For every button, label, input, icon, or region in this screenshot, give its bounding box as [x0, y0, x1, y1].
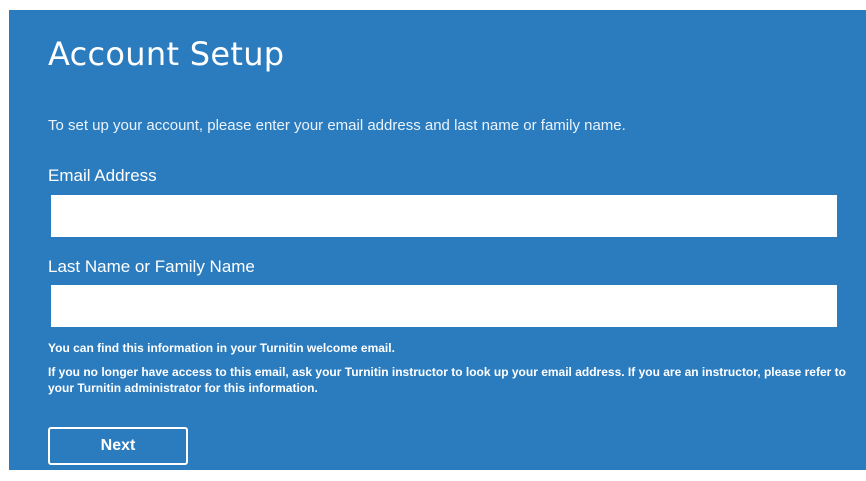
next-button[interactable]: Next — [48, 427, 188, 465]
last-name-label: Last Name or Family Name — [48, 257, 255, 276]
email-label: Email Address — [48, 166, 157, 185]
email-access-note: If you no longer have access to this ema… — [48, 365, 846, 395]
last-name-field[interactable] — [51, 285, 837, 327]
email-field[interactable] — [51, 195, 837, 237]
page-title: Account Setup — [48, 35, 285, 73]
welcome-email-note: You can find this information in your Tu… — [48, 341, 395, 355]
intro-text: To set up your account, please enter you… — [48, 117, 626, 134]
account-setup-panel: Account Setup To set up your account, pl… — [9, 10, 866, 470]
